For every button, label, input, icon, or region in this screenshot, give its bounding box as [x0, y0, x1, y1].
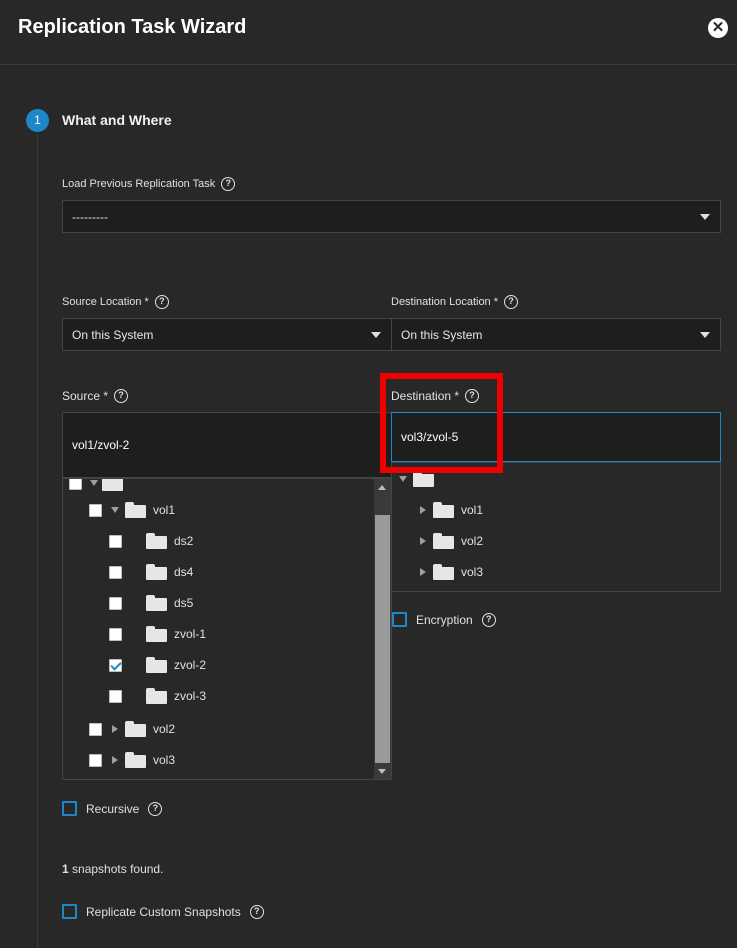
source-input[interactable]: vol1/zvol-2 — [62, 412, 392, 478]
folder-icon — [433, 502, 454, 518]
expand-arrow-icon[interactable] — [420, 506, 426, 514]
expand-arrow-icon[interactable] — [111, 507, 119, 513]
folder-icon — [102, 479, 123, 491]
source-tree[interactable]: vol1 ds2 ds4 ds5 zvol-1 zvol-2 zvol-3 vo… — [62, 478, 392, 780]
custom-snapshots-option: Replicate Custom Snapshots ? — [62, 904, 264, 919]
scroll-down-icon[interactable] — [378, 769, 386, 774]
folder-icon — [146, 595, 167, 611]
folder-icon — [125, 502, 146, 518]
tree-node-ds4[interactable]: ds4 — [109, 562, 193, 582]
tree-node-zvol-3[interactable]: zvol-3 — [109, 686, 206, 706]
load-previous-label: Load Previous Replication Task ? — [62, 177, 236, 191]
scrollbar-thumb[interactable] — [375, 515, 390, 763]
tree-node-vol2[interactable]: vol2 — [89, 719, 175, 739]
tree-checkbox-checked[interactable] — [109, 658, 122, 672]
highlight-box — [380, 373, 503, 473]
folder-icon — [146, 564, 167, 580]
load-previous-select[interactable]: --------- — [62, 200, 721, 233]
tree-checkbox[interactable] — [89, 503, 102, 517]
expand-arrow-icon[interactable] — [90, 480, 98, 486]
tree-node-vol1[interactable]: vol1 — [89, 500, 175, 520]
help-icon[interactable]: ? — [504, 295, 519, 309]
tree-checkbox[interactable] — [109, 565, 122, 579]
step-number-badge[interactable]: 1 — [26, 109, 49, 132]
tree-checkbox[interactable] — [109, 689, 122, 703]
tree-checkbox[interactable] — [109, 534, 122, 548]
snapshots-count: 1 — [62, 862, 69, 876]
folder-icon — [146, 533, 167, 549]
dest-tree-node-vol2[interactable]: vol2 — [420, 531, 483, 551]
tree-node-zvol-1[interactable]: zvol-1 — [109, 624, 206, 644]
tree-node-zvol-2[interactable]: zvol-2 — [109, 655, 206, 675]
expand-arrow-icon[interactable] — [112, 756, 118, 764]
source-location-label: Source Location * ? — [62, 295, 169, 309]
folder-icon — [146, 657, 167, 673]
tree-node-vol3[interactable]: vol3 — [89, 750, 175, 770]
step-title[interactable]: What and Where — [62, 112, 172, 128]
folder-icon — [125, 721, 146, 737]
close-icon[interactable]: ✕ — [708, 18, 728, 38]
help-icon[interactable]: ? — [221, 177, 236, 191]
snapshots-found-text: 1 snapshots found. — [62, 862, 164, 876]
help-icon[interactable]: ? — [114, 389, 129, 403]
recursive-checkbox[interactable] — [62, 801, 77, 816]
dest-tree-node-vol1[interactable]: vol1 — [420, 500, 483, 520]
tree-checkbox[interactable] — [69, 479, 82, 490]
dest-tree-node-vol3[interactable]: vol3 — [420, 562, 483, 582]
expand-arrow-icon[interactable] — [420, 568, 426, 576]
help-icon[interactable]: ? — [148, 801, 163, 816]
tree-checkbox[interactable] — [109, 627, 122, 641]
dialog-title: Replication Task Wizard — [18, 16, 247, 38]
tree-checkbox[interactable] — [109, 596, 122, 610]
chevron-down-icon — [371, 331, 381, 338]
destination-location-label: Destination Location * ? — [391, 295, 519, 309]
tree-node-ds2[interactable]: ds2 — [109, 531, 193, 551]
tree-checkbox[interactable] — [89, 722, 102, 736]
help-icon[interactable]: ? — [481, 612, 496, 627]
encryption-option: Encryption ? — [392, 612, 496, 627]
tree-root-node[interactable] — [69, 479, 123, 493]
destination-location-select[interactable]: On this System — [391, 318, 721, 351]
destination-tree[interactable]: vol1 vol2 vol3 — [391, 462, 721, 592]
folder-icon — [433, 564, 454, 580]
help-icon[interactable]: ? — [154, 295, 169, 309]
chevron-down-icon — [700, 331, 710, 338]
scroll-up-icon[interactable] — [378, 485, 386, 490]
folder-icon — [146, 688, 167, 704]
encryption-checkbox[interactable] — [392, 612, 407, 627]
folder-icon — [146, 626, 167, 642]
source-label: Source * ? — [62, 389, 129, 403]
source-location-select[interactable]: On this System — [62, 318, 392, 351]
help-icon[interactable]: ? — [249, 904, 264, 919]
chevron-down-icon — [700, 213, 710, 220]
expand-arrow-icon[interactable] — [420, 537, 426, 545]
folder-icon — [433, 533, 454, 549]
tree-checkbox[interactable] — [89, 753, 102, 767]
custom-snapshots-checkbox[interactable] — [62, 904, 77, 919]
folder-icon — [413, 471, 434, 487]
folder-icon — [125, 752, 146, 768]
recursive-option: Recursive ? — [62, 801, 163, 816]
expand-arrow-icon[interactable] — [112, 725, 118, 733]
step-connector — [37, 134, 38, 948]
tree-node-ds5[interactable]: ds5 — [109, 593, 193, 613]
expand-arrow-icon[interactable] — [399, 476, 407, 482]
